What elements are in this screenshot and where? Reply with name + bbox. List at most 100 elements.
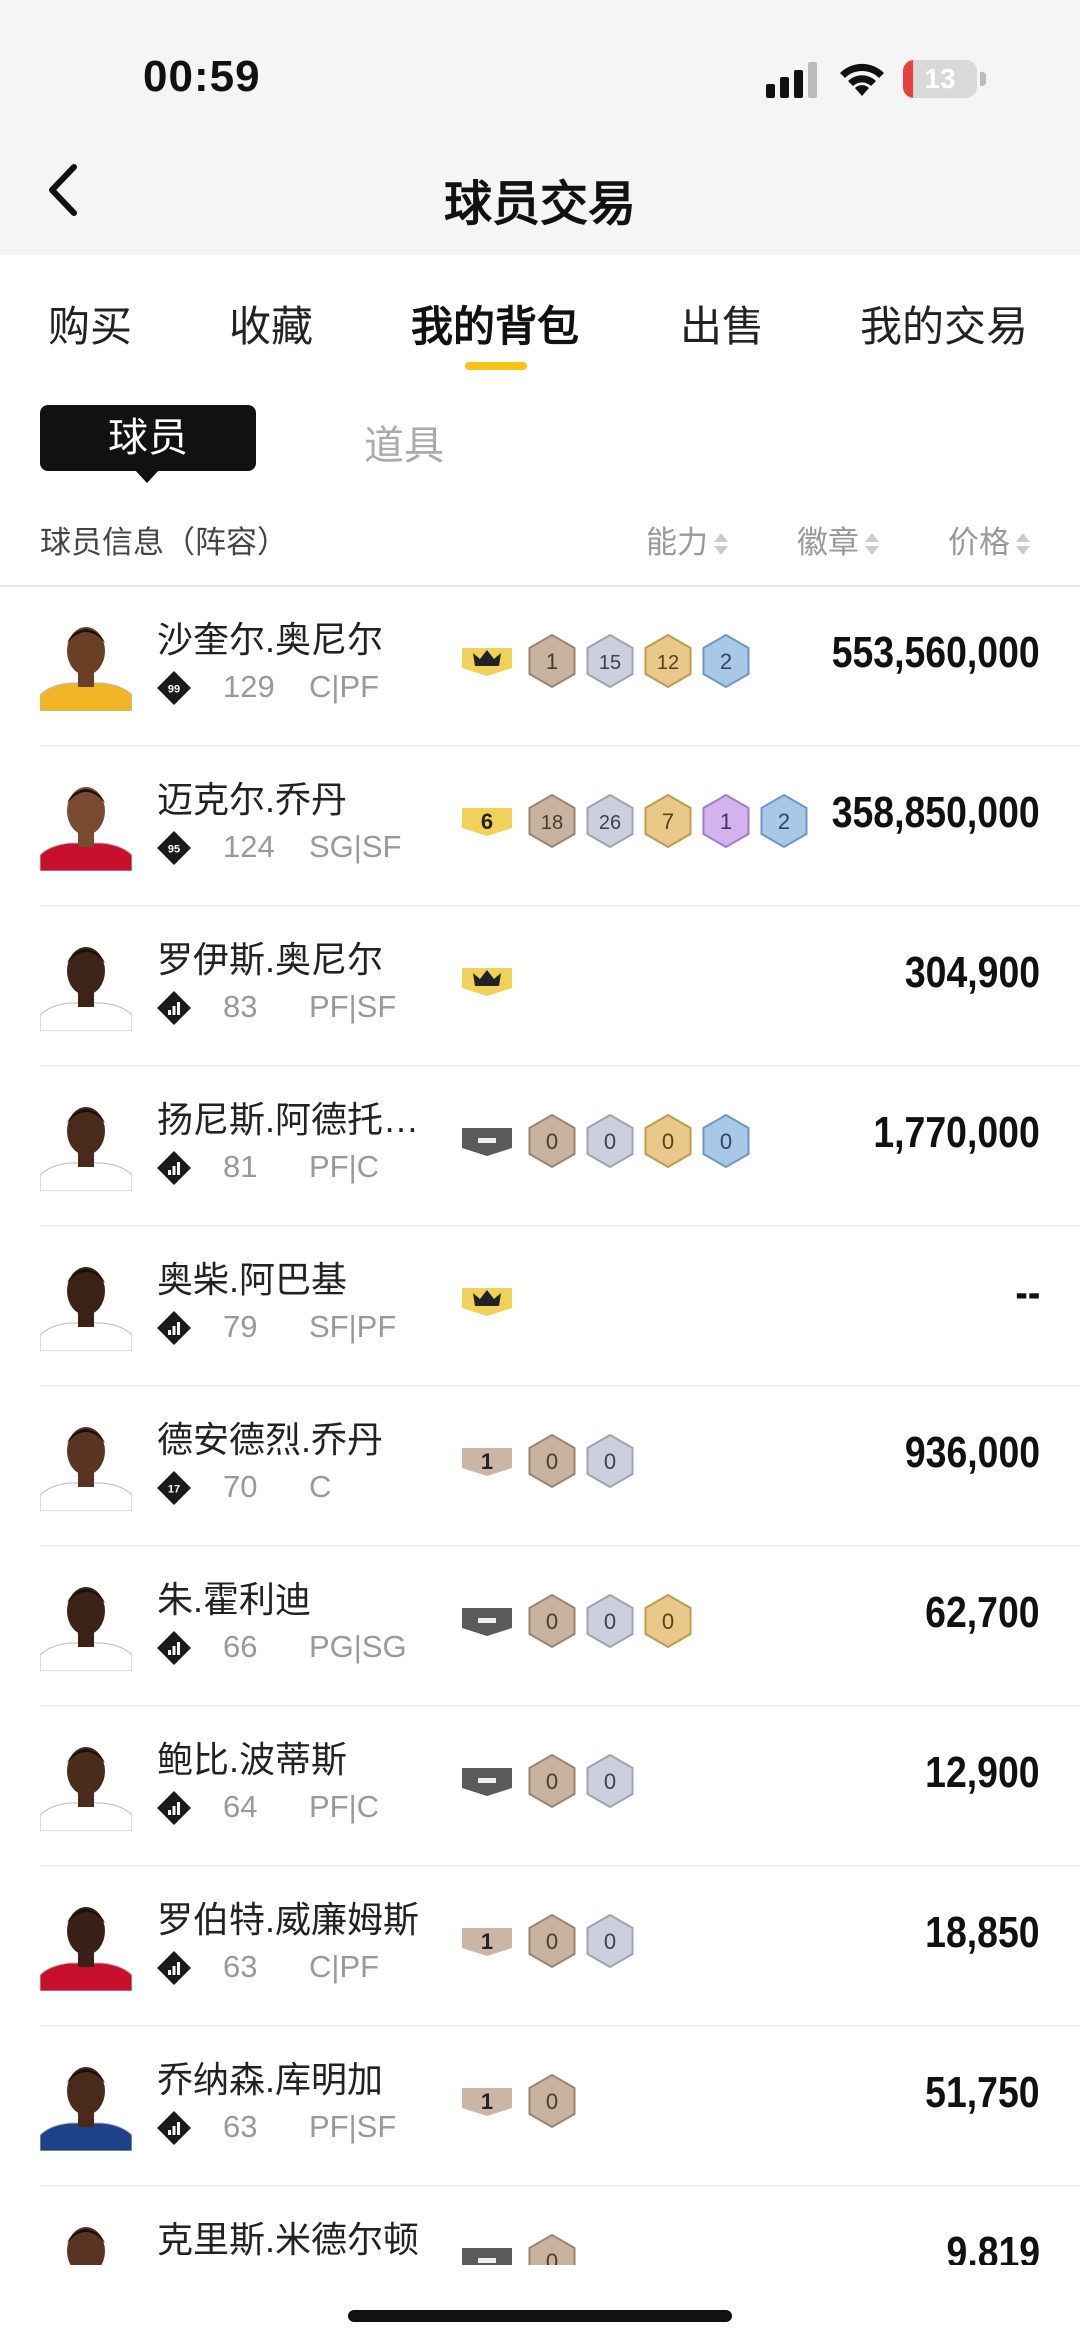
player-name: 扬尼斯.阿德托… (157, 1099, 420, 1140)
ability-icon (462, 2248, 512, 2265)
svg-text:0: 0 (604, 1769, 616, 1794)
subtab-items[interactable]: 道具 (364, 413, 444, 471)
svg-text:0: 0 (604, 1449, 616, 1474)
subtab-players[interactable]: 球员 (40, 405, 256, 471)
column-player-info: 球员信息（阵容） (40, 525, 288, 560)
player-position: PF|SF (309, 989, 397, 1024)
player-row[interactable]: 扬尼斯.阿德托… 81 PF|C 0 0 0 0 1,770,000 (40, 1065, 1080, 1227)
player-row[interactable]: 克里斯.米德尔顿 0 9,819 (40, 2185, 1080, 2265)
player-position: PF|C (309, 1789, 380, 1824)
badge-bronze: 1 (528, 633, 576, 689)
player-avatar (40, 627, 132, 711)
badge-gold: 7 (644, 793, 692, 849)
ability-icon: 6 (462, 808, 512, 836)
player-tier-icon: 95 (157, 831, 191, 865)
player-position: PF|SF (309, 2109, 397, 2144)
badge-bronze: 18 (528, 793, 576, 849)
player-row[interactable]: 乔纳森.库明加 63 PF|SF 1 0 51,750 (40, 2025, 1080, 2187)
sort-badge[interactable]: 徽章 (797, 517, 879, 562)
player-overall: 66 (223, 1629, 258, 1664)
svg-text:1: 1 (720, 809, 732, 834)
player-overall: 81 (223, 1149, 258, 1184)
sort-icon (1016, 531, 1030, 559)
player-badges: 10 (462, 2073, 576, 2129)
battery-tip (980, 72, 986, 86)
player-price: 12,900 (925, 1748, 1040, 1797)
player-position: C (309, 1469, 332, 1504)
player-overall: 83 (223, 989, 258, 1024)
player-overall: 70 (223, 1469, 258, 1504)
svg-text:99: 99 (168, 684, 180, 696)
player-name: 沙奎尔.奥尼尔 (157, 619, 384, 660)
svg-text:1: 1 (481, 2089, 493, 2114)
svg-text:0: 0 (546, 1449, 558, 1474)
svg-text:0: 0 (604, 1929, 616, 1954)
player-name: 罗伯特.威廉姆斯 (157, 1899, 420, 1940)
svg-text:7: 7 (662, 809, 674, 834)
ability-icon (462, 1768, 512, 1796)
badge-bronze: 0 (528, 2073, 576, 2129)
badge-blue: 0 (702, 1113, 750, 1169)
svg-text:2: 2 (720, 649, 732, 674)
player-overall: 79 (223, 1309, 258, 1344)
badge-bronze: 0 (528, 2233, 576, 2265)
player-name: 奥柴.阿巴基 (157, 1259, 348, 1300)
player-row[interactable]: 鲍比.波蒂斯 64 PF|C 0 0 12,900 (40, 1705, 1080, 1867)
sort-icon (714, 531, 728, 559)
sort-ability[interactable]: 能力 (646, 517, 728, 562)
player-badges: 0 0 0 0 (462, 1113, 750, 1169)
svg-text:0: 0 (546, 1769, 558, 1794)
svg-text:17: 17 (168, 1484, 180, 1496)
player-row[interactable]: 沙奎尔.奥尼尔 99 129 C|PF 1 15 12 2 553,560,000 (40, 585, 1080, 747)
player-badges (462, 1288, 512, 1316)
ability-icon (462, 1608, 512, 1636)
nav-bar: 球员交易 (0, 130, 1080, 255)
wifi-icon (840, 63, 884, 96)
tab-buy[interactable]: 购买 (48, 293, 132, 354)
player-row[interactable]: 德安德烈.乔丹 17 70 C 1 0 0 936,000 (40, 1385, 1080, 1547)
tab-sell[interactable]: 出售 (680, 293, 764, 354)
player-position: PG|SG (309, 1629, 407, 1664)
player-tier-icon (157, 991, 191, 1025)
player-row[interactable]: 奥柴.阿巴基 79 SF|PF -- (40, 1225, 1080, 1387)
player-price: 936,000 (904, 1428, 1040, 1477)
player-avatar (40, 947, 132, 1031)
svg-text:2: 2 (778, 809, 790, 834)
cellular-signal-icon (766, 62, 817, 98)
svg-text:12: 12 (657, 652, 679, 674)
tab-favorites[interactable]: 收藏 (229, 293, 313, 354)
sub-tabs: 球员 道具 (0, 405, 1080, 485)
player-name: 迈克尔.乔丹 (157, 779, 348, 820)
player-name: 德安德烈.乔丹 (157, 1419, 384, 1460)
player-price: 358,850,000 (832, 788, 1040, 837)
player-tier-icon (157, 1311, 191, 1345)
badge-silver: 0 (586, 1753, 634, 1809)
player-name: 鲍比.波蒂斯 (157, 1739, 348, 1780)
svg-text:0: 0 (546, 1929, 558, 1954)
player-tier-icon: 17 (157, 1471, 191, 1505)
player-row[interactable]: 迈克尔.乔丹 95 124 SG|SF 6 18 26 7 1 2 358,850,000 (40, 745, 1080, 907)
subtab-pointer (134, 469, 160, 483)
badge-silver: 0 (586, 1913, 634, 1969)
player-tier-icon (157, 2111, 191, 2145)
tab-my-bag[interactable]: 我的背包 (411, 293, 579, 354)
svg-text:0: 0 (604, 1609, 616, 1634)
player-position: PF|C (309, 1149, 380, 1184)
sort-price[interactable]: 价格 (948, 517, 1030, 562)
player-badges: 00 (462, 1753, 634, 1809)
tab-my-trades[interactable]: 我的交易 (860, 293, 1028, 354)
svg-text:0: 0 (546, 1609, 558, 1634)
ability-icon (462, 1128, 512, 1156)
player-avatar (67, 2227, 105, 2265)
sort-ability-label: 能力 (646, 525, 708, 560)
player-row[interactable]: 罗伯特.威廉姆斯 63 C|PF 1 0 0 18,850 (40, 1865, 1080, 2027)
player-row[interactable]: 朱.霍利迪 66 PG|SG 0 0 0 62,700 (40, 1545, 1080, 1707)
player-name: 乔纳森.库明加 (157, 2059, 384, 2100)
svg-text:15: 15 (599, 652, 621, 674)
player-price: 304,900 (904, 948, 1040, 997)
ability-icon: 1 (462, 1448, 512, 1476)
player-row[interactable]: 罗伊斯.奥尼尔 83 PF|SF 304,900 (40, 905, 1080, 1067)
column-header: 球员信息（阵容） 能力 徽章 价格 (0, 505, 1080, 587)
player-position: SG|SF (309, 829, 402, 864)
player-price: 18,850 (925, 1908, 1040, 1957)
